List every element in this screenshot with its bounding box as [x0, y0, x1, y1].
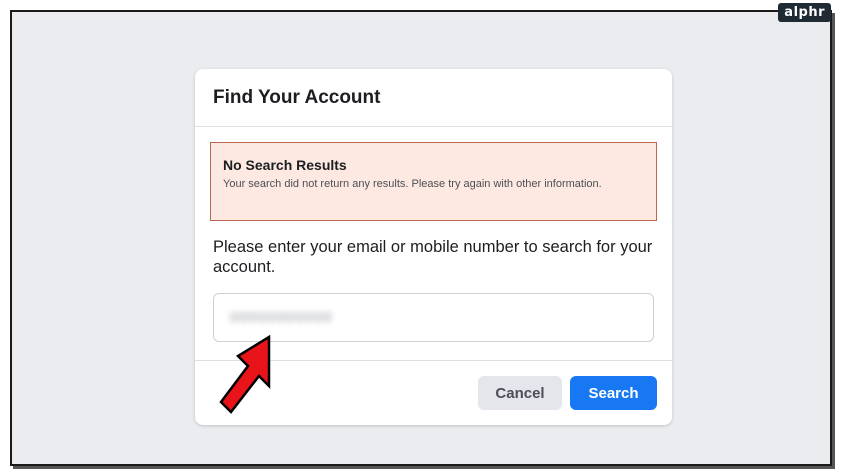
alert-title: No Search Results	[223, 157, 347, 173]
no-results-alert: No Search Results Your search did not re…	[210, 142, 657, 221]
cancel-button[interactable]: Cancel	[478, 376, 562, 410]
dialog-header: Find Your Account	[195, 69, 672, 127]
red-arrow-icon	[219, 334, 271, 414]
screenshot-frame: Find Your Account No Search Results Your…	[10, 10, 832, 466]
alphr-watermark: alphr	[778, 3, 831, 22]
dialog-title: Find Your Account	[213, 87, 381, 108]
input-value-blurred: 00000000000	[230, 309, 333, 326]
search-prompt: Please enter your email or mobile number…	[213, 238, 653, 276]
search-button[interactable]: Search	[570, 376, 657, 410]
alert-message: Your search did not return any results. …	[223, 178, 602, 190]
